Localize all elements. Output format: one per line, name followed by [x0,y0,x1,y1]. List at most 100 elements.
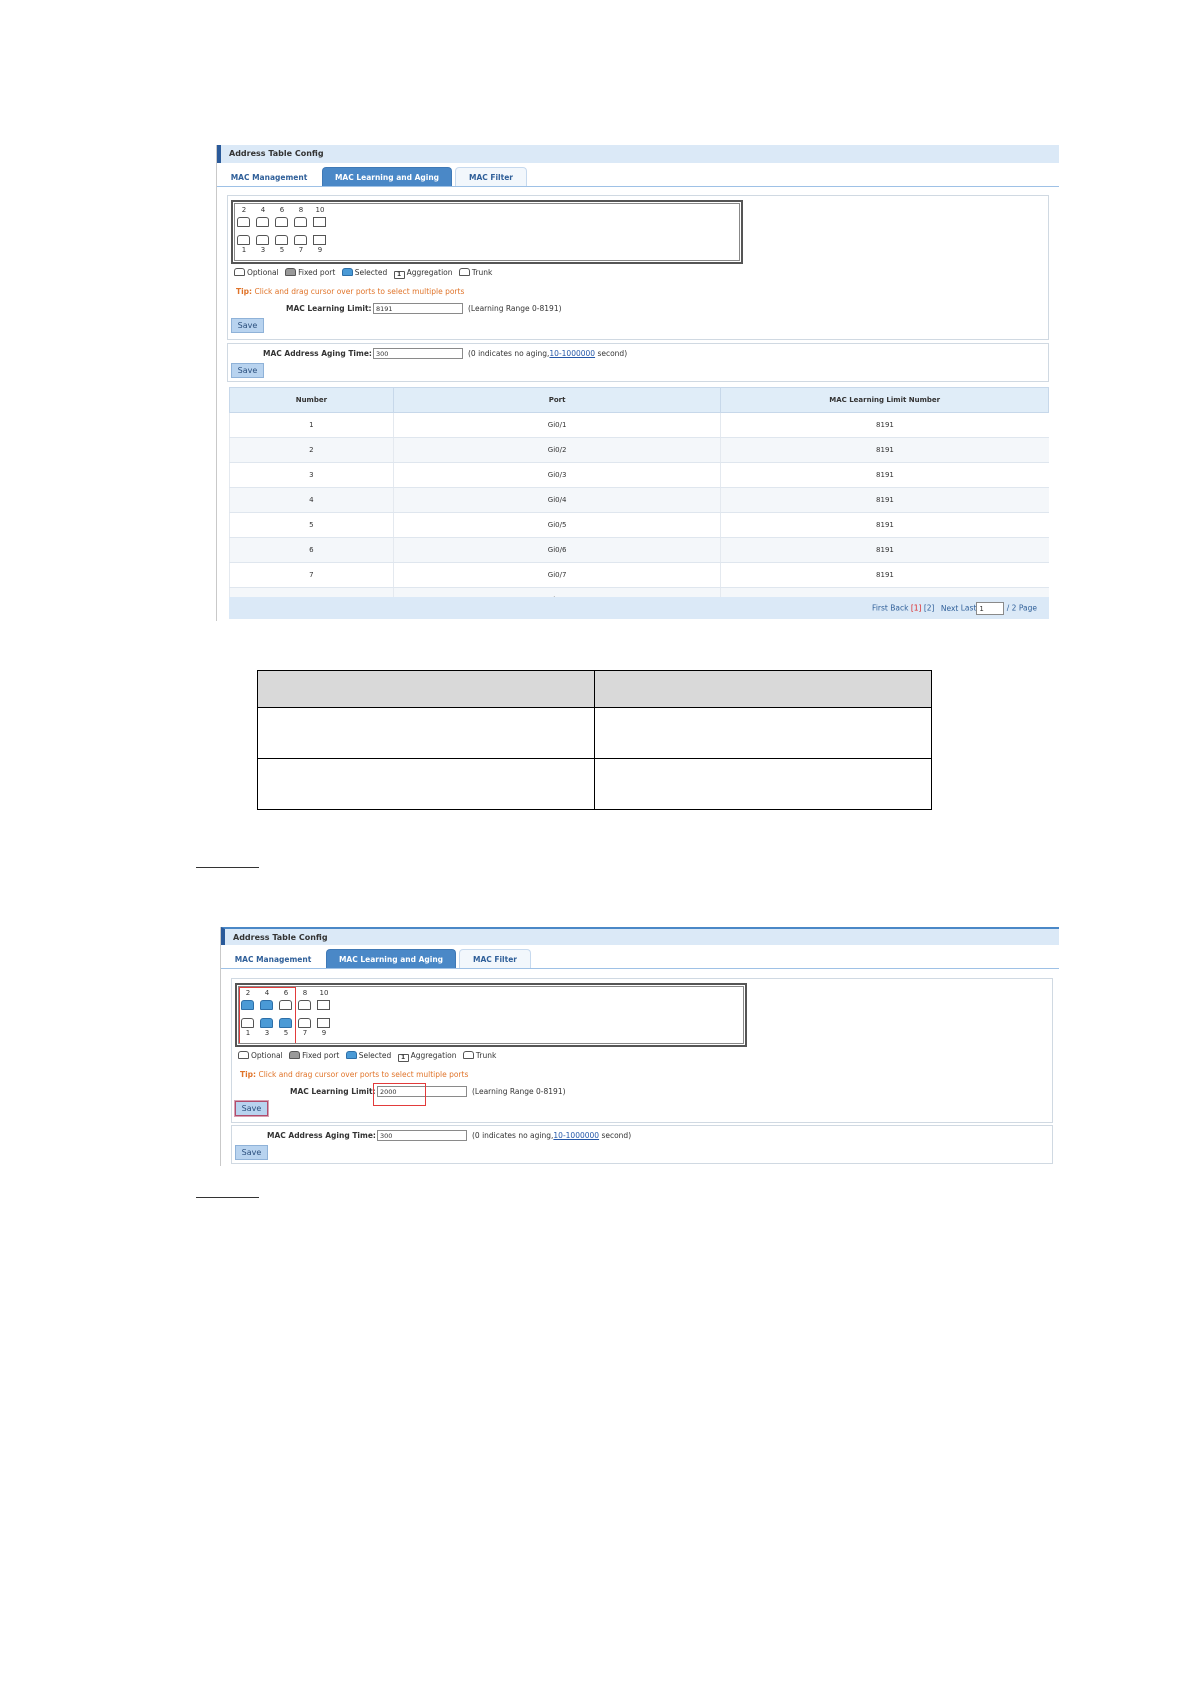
legend-optional: Optional [247,268,279,277]
learning-range-hint: (Learning Range 0-8191) [468,304,562,313]
cell-limit: 8191 [720,462,1049,488]
parameter-header-cell [594,670,932,708]
table-row[interactable]: 4 Gi0/4 8191 [229,487,1049,513]
tab-mac-learning-and-aging[interactable]: MAC Learning and Aging [326,949,456,968]
page-number-input[interactable]: 1 [976,602,1005,615]
port-icon[interactable] [294,235,307,245]
pager-next-link[interactable]: Next [941,604,958,613]
port-icon[interactable] [313,235,326,245]
trunk-port-icon [462,1051,474,1059]
cell-limit: 8191 [720,437,1049,463]
parameter-cell [594,758,932,810]
cell-port: Gi0/3 [392,462,721,488]
aging-range-link[interactable]: 10-1000000 [549,349,595,358]
save-button[interactable]: Save [235,1101,268,1116]
cell-limit: 8191 [720,562,1049,588]
learning-limit-input[interactable]: 2000 [377,1086,467,1097]
aging-range-link[interactable]: 10-1000000 [553,1131,599,1140]
tab-mac-filter[interactable]: MAC Filter [455,167,527,186]
table-row[interactable]: 6 Gi0/6 8191 [229,537,1049,563]
pager-page-1[interactable]: [1] [911,604,922,613]
cell-port: Gi0/1 [392,412,721,438]
cell-port: Gi0/2 [392,437,721,463]
legend-trunk: Trunk [471,268,493,277]
legend-optional: Optional [251,1051,283,1060]
pager-page-2[interactable]: [2] [924,604,935,613]
port-icon[interactable] [256,235,269,245]
port-icon[interactable] [237,235,250,245]
column-header: MAC Learning Limit Number [720,387,1049,413]
port-icon[interactable] [241,1018,254,1028]
selected-port-icon[interactable] [260,1018,273,1028]
pager-first-link[interactable]: First [872,604,888,613]
table-row[interactable]: 3 Gi0/3 8191 [229,462,1049,488]
port-icon[interactable] [256,217,269,227]
tip-message: Click and drag cursor over ports to sele… [258,1070,469,1079]
port-number: 3 [260,246,266,254]
port-number: 4 [264,989,270,997]
selected-port-icon[interactable] [260,1000,273,1010]
column-header: Port [392,387,722,413]
port-icon[interactable] [298,1018,311,1028]
table-row[interactable]: 1 Gi0/1 8191 [229,412,1049,438]
table-row[interactable]: 5 Gi0/5 8191 [229,512,1049,538]
parameter-cell [594,707,932,759]
pager-back-link[interactable]: Back [890,604,908,613]
aging-time-input[interactable]: 300 [373,348,463,359]
save-button[interactable]: Save [231,318,264,333]
tab-bar: MAC Management MAC Learning and Aging MA… [221,947,1059,969]
legend-selected: Selected [358,1051,392,1060]
tab-mac-learning-and-aging[interactable]: MAC Learning and Aging [322,167,452,186]
port-number: 6 [279,206,285,214]
pager-total: / 2 Page [1006,603,1037,613]
port-number: 9 [317,246,323,254]
column-header: Number [229,387,394,413]
port-icon[interactable] [294,217,307,227]
legend-selected: Selected [354,268,388,277]
cell-limit: 8191 [720,537,1049,563]
port-icon[interactable] [317,1018,330,1028]
tab-mac-filter[interactable]: MAC Filter [459,949,531,968]
table-row[interactable]: 7 Gi0/7 8191 [229,562,1049,588]
parameter-cell [257,707,595,759]
port-number: 2 [245,989,251,997]
tip-text: Tip: Click and drag cursor over ports to… [240,1070,468,1079]
aggregation-port-icon: 1 [393,271,405,279]
port-icon[interactable] [313,217,326,227]
tab-bar: MAC Management MAC Learning and Aging MA… [217,165,1059,187]
save-button[interactable]: Save [231,363,264,378]
port-number: 5 [279,246,285,254]
screenshot-mac-learning-config: Address Table Config MAC Management MAC … [220,927,1059,1166]
port-legend: Optional Fixed port Selected 1 Aggregatio… [234,268,492,279]
legend-trunk: Trunk [475,1051,497,1060]
parameter-header-cell [257,670,595,708]
port-number: 1 [245,1029,251,1037]
port-selection-highlight [239,987,296,1044]
port-icon[interactable] [275,217,288,227]
table-row[interactable]: 2 Gi0/2 8191 [229,437,1049,463]
port-icon[interactable] [317,1000,330,1010]
pagination-bar: First Back [1] [2] Next Last 1 / 2 Page [229,597,1049,619]
aging-time-hint: (0 indicates no aging,10-1000000 second) [468,349,627,358]
selected-port-icon [341,268,353,276]
port-icon[interactable] [237,217,250,227]
selected-port-icon[interactable] [241,1000,254,1010]
port-number: 2 [241,206,247,214]
cell-port: Gi0/7 [392,562,721,588]
selected-port-icon[interactable] [279,1018,292,1028]
tab-mac-management[interactable]: MAC Management [227,949,319,968]
aging-time-input[interactable]: 300 [377,1130,467,1141]
pager-last-link[interactable]: Last [961,604,977,613]
port-icon[interactable] [298,1000,311,1010]
legend-aggregation: Aggregation [406,268,453,277]
parameter-cell [257,758,595,810]
tab-mac-management[interactable]: MAC Management [223,167,315,186]
learning-limit-input[interactable]: 8191 [373,303,463,314]
fixed-port-icon [285,268,297,276]
cell-number: 4 [229,487,394,513]
port-icon[interactable] [275,235,288,245]
port-icon[interactable] [279,1000,292,1010]
underline-divider [196,867,259,868]
save-button[interactable]: Save [235,1145,268,1160]
cell-number: 3 [229,462,394,488]
